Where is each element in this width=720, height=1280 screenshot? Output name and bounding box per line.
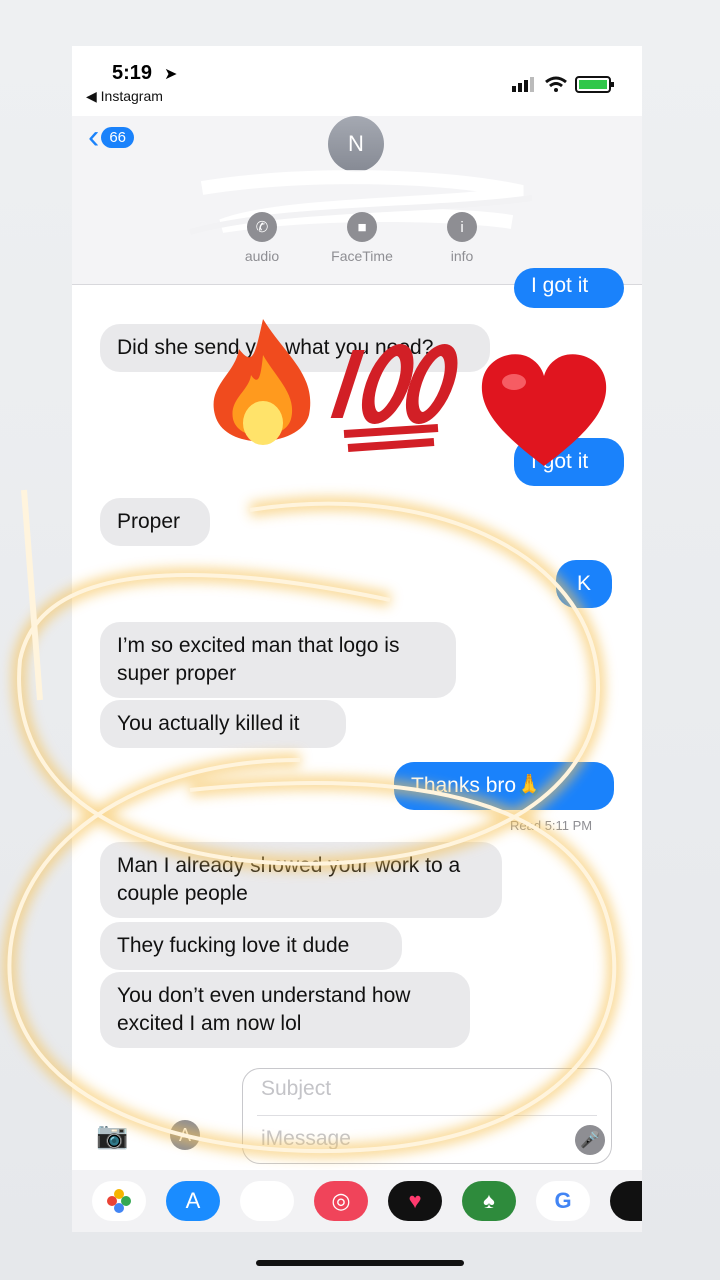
read-receipt: Read 5:11 PM [510,818,593,833]
info-icon: i [447,212,477,242]
heart-small-icon: ♥ [408,1188,422,1213]
status-bar: 5:19 ➤ ◀ Instagram [72,46,642,116]
info-action[interactable]: i info [422,212,502,264]
phone-icon: ✆ [247,212,277,242]
hundred-emoji-sticker [322,340,472,465]
facetime-action[interactable]: ■ FaceTime [322,212,402,264]
app-store-icon[interactable]: A [170,1120,200,1150]
video-icon: ■ [347,212,377,242]
chevron-left-icon: ‹ [88,118,100,156]
message-bubble-sent[interactable]: K [556,560,612,608]
conversation-header: ‹ 66 N ✆ audio ■ FaceTime i info [72,116,642,285]
app-drawer: A 🐵 ◎ ♥ ♠ G [72,1170,642,1232]
back-button[interactable]: ‹ 66 [88,118,135,156]
signal-wifi-battery-icon [512,76,614,93]
location-arrow-icon: ➤ [164,66,178,83]
facetime-label: FaceTime [331,248,393,264]
message-bubble-received[interactable]: You actually killed it [100,700,346,748]
message-bubble-sent[interactable]: Thanks bro🙏 [394,762,614,810]
subject-field[interactable]: Subject [261,1077,331,1101]
audio-label: audio [244,248,280,264]
heart-emoji-sticker [478,348,610,477]
audio-action[interactable]: ✆ audio [222,212,302,264]
message-bubble-sent[interactable]: I got it [514,268,624,308]
solitaire-app-icon[interactable]: ♠ [462,1181,516,1221]
heart-icon [481,354,607,466]
heart-app-icon[interactable]: ♥ [388,1181,442,1221]
photos-app-icon[interactable] [92,1181,146,1221]
search-globe-app-icon[interactable]: ◎ [314,1181,368,1221]
contact-actions: ✆ audio ■ FaceTime i info [222,212,502,264]
compose-divider [257,1115,597,1116]
more-apps-icon[interactable] [610,1181,642,1221]
app-store-app-icon[interactable]: A [166,1181,220,1221]
message-bubble-received[interactable]: You don’t even understand how excited I … [100,972,470,1048]
compose-box[interactable]: Subject iMessage 🎤 [242,1068,612,1164]
home-indicator[interactable] [256,1260,464,1266]
google-app-icon[interactable]: G [536,1181,590,1221]
fire-icon [213,319,311,445]
message-bubble-received[interactable]: They fucking love it dude [100,922,402,970]
message-bubble-received[interactable]: I’m so excited man that logo is super pr… [100,622,456,698]
back-to-instagram[interactable]: ◀ Instagram [86,88,163,105]
hundred-icon [330,344,458,452]
unread-count-badge: 66 [101,126,135,148]
status-icons [512,74,620,94]
info-label: info [450,248,474,264]
status-time: 5:19 [112,62,153,84]
contact-avatar[interactable]: N [328,116,384,172]
input-area: 📷 A Subject iMessage 🎤 [72,1062,642,1170]
phone-screen: 5:19 ➤ ◀ Instagram ‹ 66 N ✆ audio ■ Face… [72,46,642,1170]
photos-flower-icon [107,1189,131,1213]
microphone-icon[interactable]: 🎤 [575,1125,605,1155]
message-field[interactable]: iMessage [261,1127,351,1151]
monkey-sticker-app-icon[interactable]: 🐵 [240,1181,294,1221]
message-bubble-received[interactable]: Man I already showed your work to a coup… [100,842,502,918]
fire-emoji-sticker [205,315,320,460]
message-bubble-received[interactable]: Proper [100,498,210,546]
camera-icon[interactable]: 📷 [96,1120,128,1151]
